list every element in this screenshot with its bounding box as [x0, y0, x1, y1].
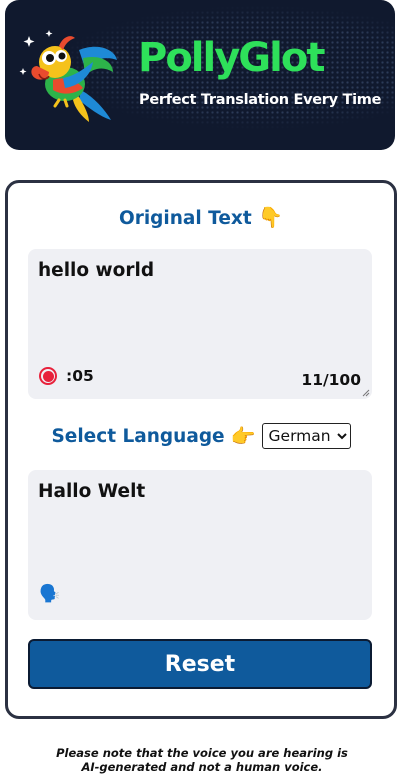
language-select[interactable]: German — [261, 423, 351, 449]
disclaimer-line-2: AI-generated and not a human voice. — [81, 760, 323, 774]
ai-voice-disclaimer: Please note that the voice you are heari… — [0, 746, 404, 774]
recorder: :05 — [39, 367, 94, 385]
translation-output: Hallo Welt 🗣️ — [28, 470, 372, 620]
translated-text: Hallo Welt — [38, 481, 146, 502]
app-header: PollyGlot Perfect Translation Every Time — [5, 0, 395, 150]
pointing-right-icon: 👉 — [230, 424, 256, 448]
parrot-logo-icon — [19, 30, 117, 122]
original-text-heading: Original Text 👇 — [8, 205, 394, 229]
disclaimer-line-1: Please note that the voice you are heari… — [56, 746, 348, 760]
select-language-label: Select Language — [51, 425, 225, 447]
app-subtitle: Perfect Translation Every Time — [139, 92, 382, 108]
reset-button[interactable]: Reset — [28, 639, 372, 689]
record-timer: :05 — [66, 367, 94, 385]
char-counter: 11/100 — [301, 371, 361, 389]
app-title: PollyGlot — [138, 35, 325, 81]
resize-handle-icon[interactable] — [362, 389, 370, 397]
pointing-down-icon: 👇 — [258, 205, 284, 229]
original-text-title: Original Text — [118, 208, 252, 229]
language-row: Select Language 👉 German — [8, 423, 394, 449]
original-text-value: hello world — [38, 260, 155, 281]
translator-card: Original Text 👇 hello world :05 11/100 S… — [5, 180, 397, 719]
record-icon[interactable] — [39, 367, 57, 385]
original-text-input[interactable]: hello world :05 11/100 — [28, 249, 372, 399]
speaking-head-icon[interactable]: 🗣️ — [39, 584, 60, 604]
